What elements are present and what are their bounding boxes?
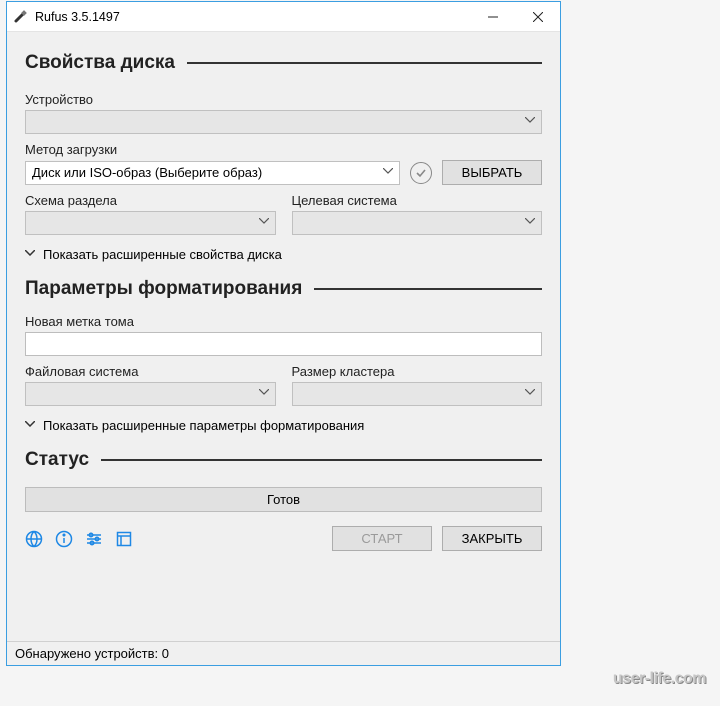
status-text: Готов xyxy=(267,492,300,507)
select-button-label: ВЫБРАТЬ xyxy=(462,165,523,180)
label-volume: Новая метка тома xyxy=(25,314,542,329)
select-image-button[interactable]: ВЫБРАТЬ xyxy=(442,160,542,185)
rufus-window: Rufus 3.5.1497 Свойства диска Устройство… xyxy=(6,1,561,666)
target-system-select[interactable] xyxy=(292,211,543,235)
log-icon[interactable] xyxy=(115,530,133,548)
chevron-down-icon xyxy=(25,421,35,431)
close-button-label: ЗАКРЫТЬ xyxy=(462,531,523,546)
checksum-icon[interactable] xyxy=(410,162,432,184)
divider xyxy=(101,459,542,461)
boot-method-select[interactable]: Диск или ISO-образ (Выберите образ) xyxy=(25,161,400,185)
chevron-down-icon xyxy=(259,218,269,228)
usb-icon xyxy=(13,9,29,25)
divider xyxy=(314,288,542,290)
label-device: Устройство xyxy=(25,92,542,107)
info-icon[interactable] xyxy=(55,530,73,548)
close-button[interactable] xyxy=(515,2,560,32)
window-controls xyxy=(470,2,560,32)
settings-icon[interactable] xyxy=(85,530,103,548)
toggle-advanced-format-label: Показать расширенные параметры форматиро… xyxy=(43,418,364,433)
divider xyxy=(187,62,542,64)
label-cluster-size: Размер кластера xyxy=(292,364,543,379)
icon-strip xyxy=(25,530,322,548)
label-boot-method: Метод загрузки xyxy=(25,142,542,157)
status-bar: Готов xyxy=(25,487,542,512)
cluster-size-select[interactable] xyxy=(292,382,543,406)
titlebar: Rufus 3.5.1497 xyxy=(7,2,560,32)
toggle-advanced-drive-label: Показать расширенные свойства диска xyxy=(43,247,282,262)
chevron-down-icon xyxy=(383,168,393,178)
chevron-down-icon xyxy=(525,117,535,127)
globe-icon[interactable] xyxy=(25,530,43,548)
boot-method-row: Диск или ISO-образ (Выберите образ) ВЫБР… xyxy=(25,160,542,185)
toggle-advanced-drive[interactable]: Показать расширенные свойства диска xyxy=(25,247,542,262)
devices-found-text: Обнаружено устройств: 0 xyxy=(15,646,169,661)
close-app-button[interactable]: ЗАКРЫТЬ xyxy=(442,526,542,551)
label-file-system: Файловая система xyxy=(25,364,276,379)
label-target-system: Целевая система xyxy=(292,193,543,208)
label-partition-scheme: Схема раздела xyxy=(25,193,276,208)
start-button-label: СТАРТ xyxy=(361,531,402,546)
chevron-down-icon xyxy=(525,389,535,399)
file-system-select[interactable] xyxy=(25,382,276,406)
chevron-down-icon xyxy=(525,218,535,228)
window-title: Rufus 3.5.1497 xyxy=(35,10,470,24)
volume-label-input[interactable] xyxy=(25,332,542,356)
watermark: user-life.com xyxy=(613,670,706,688)
section-title-drive: Свойства диска xyxy=(25,52,175,74)
partition-scheme-select[interactable] xyxy=(25,211,276,235)
section-format-options: Параметры форматирования xyxy=(25,278,542,300)
footer-statusbar: Обнаружено устройств: 0 xyxy=(7,641,560,665)
section-drive-properties: Свойства диска xyxy=(25,52,542,74)
section-status: Статус xyxy=(25,449,542,471)
section-title-status: Статус xyxy=(25,449,89,471)
chevron-down-icon xyxy=(25,250,35,260)
minimize-button[interactable] xyxy=(470,2,515,32)
start-button[interactable]: СТАРТ xyxy=(332,526,432,551)
section-title-format: Параметры форматирования xyxy=(25,278,302,300)
bottom-row: СТАРТ ЗАКРЫТЬ xyxy=(25,526,542,551)
chevron-down-icon xyxy=(259,389,269,399)
device-select[interactable] xyxy=(25,110,542,134)
content-area: Свойства диска Устройство Метод загрузки… xyxy=(7,32,560,641)
boot-method-value: Диск или ISO-образ (Выберите образ) xyxy=(32,165,383,180)
toggle-advanced-format[interactable]: Показать расширенные параметры форматиро… xyxy=(25,418,542,433)
